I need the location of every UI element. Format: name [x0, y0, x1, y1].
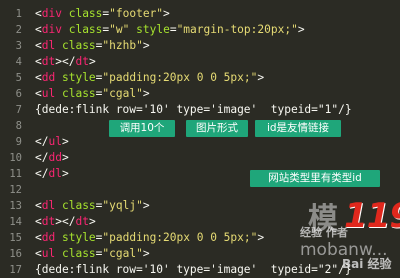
line-number: 11 [9, 168, 22, 180]
code-line: 3 <dl class="hzhb"> [0, 38, 400, 54]
line-code[interactable]: <div class="w" style="margin-top:20px;"> [35, 22, 305, 38]
watermark-baidu: Bai 经验 [342, 257, 392, 271]
code-line: 2 <div class="w" style="margin-top:20px;"… [0, 22, 400, 38]
line-number: 7 [15, 104, 22, 116]
line-number: 2 [15, 24, 22, 36]
line-code[interactable]: <dd style="padding:20px 0 0 5px;"> [35, 70, 264, 86]
line-code[interactable]: <dt></dt> [35, 54, 96, 70]
line-code[interactable]: <ul class="cgal"> [35, 246, 150, 262]
annotation-site-type: 网站类型里有类型id [250, 170, 380, 187]
code-line: 17 {dede:flink row='10' type='image' type… [0, 262, 400, 278]
line-number: 1 [15, 8, 22, 20]
line-code[interactable]: </ul> [35, 134, 69, 150]
code-line: 10 </dd> [0, 150, 400, 166]
line-number: 4 [15, 56, 22, 68]
line-code[interactable]: <dt></dt> [35, 214, 96, 230]
line-number: 6 [15, 88, 22, 100]
line-number: 12 [9, 184, 22, 196]
line-code[interactable]: <dd style="padding:20px 0 0 5px;"> [35, 230, 264, 246]
watermark-logo-number: 119 [344, 196, 400, 236]
line-number: 10 [9, 152, 22, 164]
line-number: 13 [9, 200, 22, 212]
line-code[interactable]: </dl> [35, 166, 69, 182]
line-code[interactable]: <ul class="cgal"> [35, 86, 150, 102]
line-number: 3 [15, 40, 22, 52]
line-code[interactable]: <dl class="hzhb"> [35, 38, 150, 54]
line-number: 17 [9, 264, 22, 276]
line-number: 14 [9, 216, 22, 228]
annotation-image-type: 图片形式 [186, 120, 248, 137]
line-number: 9 [15, 136, 22, 148]
line-number: 8 [15, 120, 22, 132]
line-number: 5 [15, 72, 22, 84]
watermark-slogan: 经验 作者 [300, 226, 348, 239]
code-line: 13 <dl class="yqlj"> [0, 198, 400, 214]
line-code[interactable]: <div class="footer"> [35, 6, 170, 22]
annotation-typeid: id是友情链接 [255, 120, 341, 137]
annotation-row-count: 调用10个 [109, 120, 175, 137]
line-code[interactable]: <dl class="yqlj"> [35, 198, 150, 214]
code-line: 5 <dd style="padding:20px 0 0 5px;"> [0, 70, 400, 86]
code-line: 4 <dt></dt> [0, 54, 400, 70]
line-code[interactable]: {dede:flink row='10' type='image' typeid… [35, 262, 352, 278]
line-number: 16 [9, 248, 22, 260]
line-number: 15 [9, 232, 22, 244]
code-line: 7 {dede:flink row='10' type='image' typei… [0, 102, 400, 118]
line-code[interactable]: </dd> [35, 150, 69, 166]
line-code[interactable]: {dede:flink row='10' type='image' typeid… [35, 102, 352, 118]
code-line: 1 <div class="footer"> [0, 6, 400, 22]
code-line: 6 <ul class="cgal"> [0, 86, 400, 102]
